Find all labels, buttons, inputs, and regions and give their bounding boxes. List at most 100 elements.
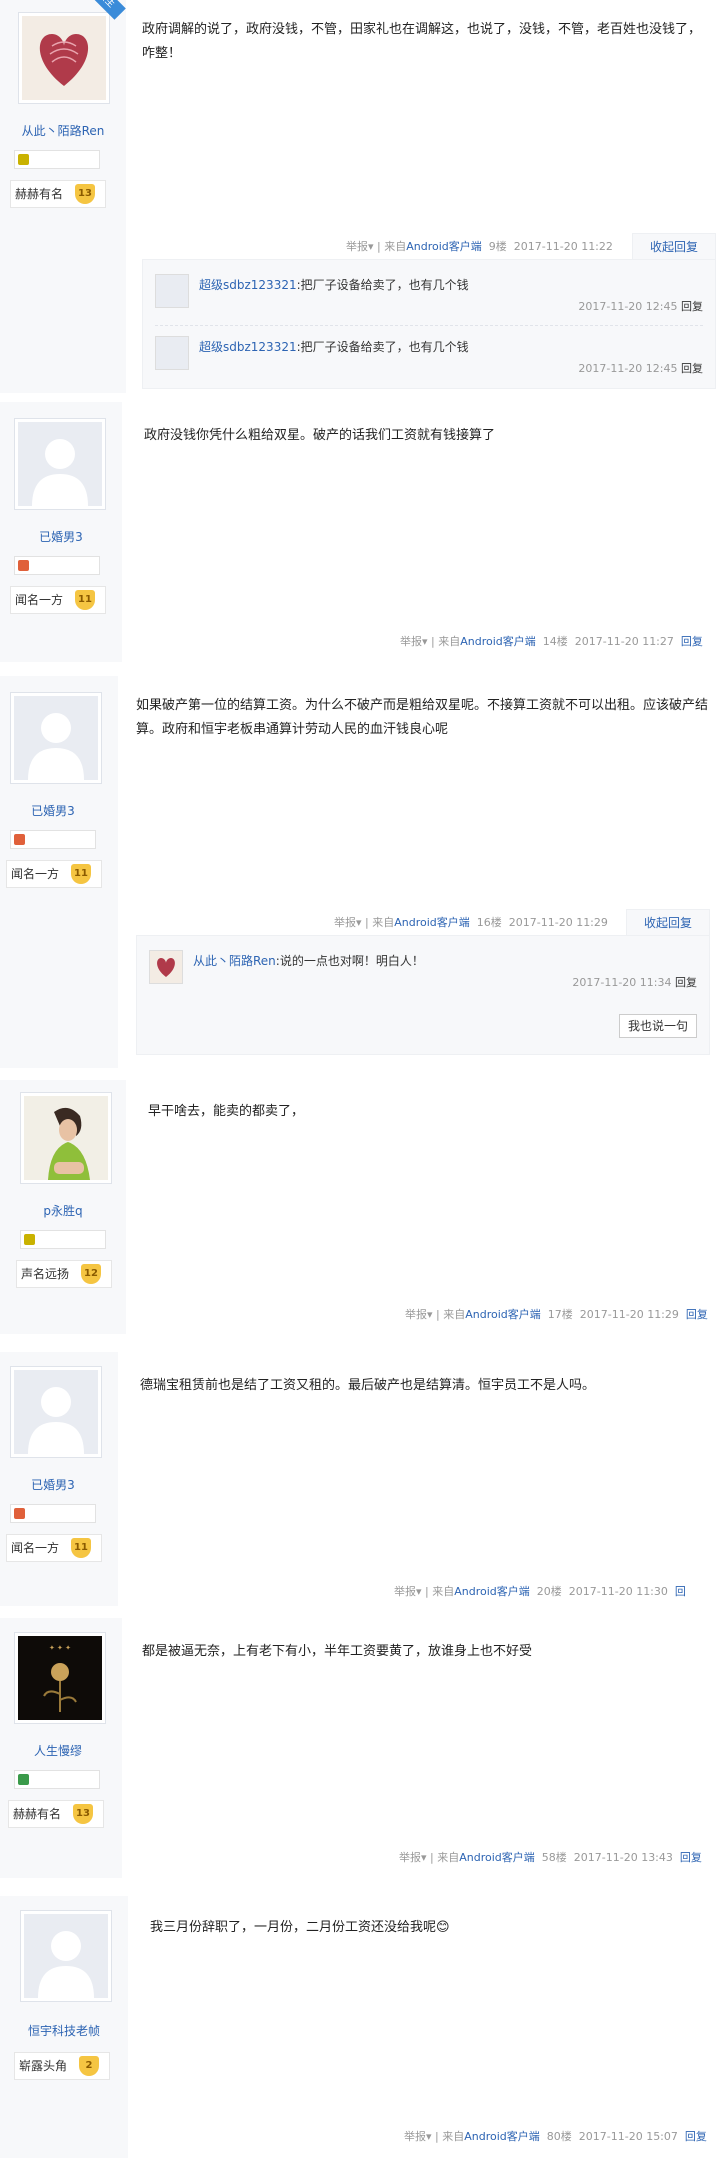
post-time: 2017-11-20 15:07	[578, 2130, 678, 2143]
avatar[interactable]	[20, 1092, 112, 1184]
source-link[interactable]: Android客户端	[464, 2130, 540, 2143]
collapse-reply-button[interactable]: 收起回复	[626, 909, 710, 936]
reply-item: 超级sdbz123321:把厂子设备给卖了，也有几个钱 2017-11-20 1…	[155, 274, 703, 322]
reply-avatar[interactable]	[149, 950, 183, 984]
source-sep: | 来自	[425, 1585, 455, 1598]
source-sep: | 来自	[436, 1308, 466, 1321]
reply-button[interactable]: 回复	[681, 362, 703, 375]
source-link[interactable]: Android客户端	[454, 1585, 530, 1598]
report-button[interactable]: 举报	[404, 2130, 426, 2143]
level-title: 赫赫有名	[13, 1807, 62, 1821]
post-content: 如果破产第一位的结算工资。为什么不破产而是粗给双星呢。不接算工资就不可以出租。应…	[136, 698, 709, 737]
report-button[interactable]: 举报	[399, 1851, 421, 1864]
report-button[interactable]: 举报	[400, 635, 422, 648]
level-badge[interactable]: 赫赫有名 13	[8, 1800, 104, 1828]
report-button[interactable]: 举报	[394, 1585, 416, 1598]
level-number: 12	[81, 1264, 101, 1284]
reply-divider	[155, 325, 703, 326]
avatar[interactable]	[14, 418, 106, 510]
level-number: 11	[75, 590, 95, 610]
heart-fingerprint-avatar	[39, 34, 89, 86]
default-avatar-icon	[24, 1914, 108, 1998]
level-badge[interactable]: 闻名一方 11	[6, 1534, 102, 1562]
source-sep: | 来自	[435, 2130, 465, 2143]
level-title: 崭露头角	[19, 2059, 68, 2073]
post-time: 2017-11-20 11:27	[574, 635, 674, 648]
reply-author[interactable]: 从此丶陌路Ren	[193, 954, 276, 968]
floor-number: 17楼	[547, 1308, 573, 1321]
post-content: 都是被逼无奈，上有老下有小，半年工资要黄了，放谁身上也不好受	[142, 1644, 533, 1659]
floor-number: 58楼	[541, 1851, 567, 1864]
post-time: 2017-11-20 13:43	[573, 1851, 673, 1864]
reply-button[interactable]: 回复	[675, 976, 697, 989]
level-title: 赫赫有名	[15, 187, 64, 201]
level-title: 闻名一方	[15, 593, 64, 607]
medal-icon	[20, 1230, 106, 1249]
reply-panel: 超级sdbz123321:把厂子设备给卖了，也有几个钱 2017-11-20 1…	[142, 259, 716, 389]
reply-time: 2017-11-20 11:34	[572, 976, 672, 989]
username[interactable]: 已婚男3	[0, 528, 122, 545]
reply-button[interactable]: 回复	[681, 635, 703, 648]
floor-number: 9楼	[488, 240, 507, 253]
reply-button[interactable]: 回复	[686, 1308, 708, 1321]
post-floor-80: 恒宇科技老帧 崭露头角 2 我三月份辞职了，一月份，二月份工资还没给我呢😊 举报…	[0, 1896, 719, 2158]
source-sep: | 来自	[430, 1851, 460, 1864]
source-link[interactable]: Android客户端	[460, 635, 536, 648]
collapse-reply-button[interactable]: 收起回复	[632, 233, 716, 260]
level-badge[interactable]: 赫赫有名 13	[10, 180, 106, 208]
report-button[interactable]: 举报	[405, 1308, 427, 1321]
source-link[interactable]: Android客户端	[459, 1851, 535, 1864]
reply-button[interactable]: 回复	[685, 2130, 707, 2143]
source-link[interactable]: Android客户端	[465, 1308, 541, 1321]
post-tail: 举报▾ | 来自Android客户端 9楼 2017-11-20 11:22	[346, 240, 613, 253]
post-tail: 举报▾ | 来自Android客户端 80楼 2017-11-20 15:07 …	[404, 2130, 707, 2143]
post-content: 政府没钱你凭什么粗给双星。破产的话我们工资就有钱接算了	[144, 428, 496, 443]
username[interactable]: 人生慢缪	[0, 1742, 116, 1759]
username[interactable]: 已婚男3	[0, 802, 106, 819]
floor-number: 80楼	[546, 2130, 572, 2143]
post-tail: 举报▾ | 来自Android客户端 14楼 2017-11-20 11:27 …	[400, 635, 703, 648]
avatar[interactable]	[20, 1910, 112, 2002]
reply-text: :把厂子设备给卖了，也有几个钱	[296, 340, 469, 354]
default-avatar-icon	[14, 1370, 98, 1454]
avatar[interactable]	[10, 692, 102, 784]
user-photo-avatar	[24, 1096, 108, 1180]
post-content: 政府调解的说了，政府没钱，不管，田家礼也在调解这，也说了，没钱，不管，老百姓也没…	[142, 22, 702, 61]
username[interactable]: 已婚男3	[0, 1476, 106, 1493]
level-number: 13	[73, 1804, 93, 1824]
reply-item: 超级sdbz123321:把厂子设备给卖了，也有几个钱 2017-11-20 1…	[155, 336, 703, 384]
report-button[interactable]: 举报	[334, 916, 356, 929]
reply-author[interactable]: 超级sdbz123321	[199, 278, 297, 292]
reply-item: 从此丶陌路Ren:说的一点也对啊！明白人！ 2017-11-20 11:34 回…	[149, 950, 697, 998]
source-link[interactable]: Android客户端	[394, 916, 470, 929]
avatar[interactable]	[18, 12, 110, 104]
reply-author[interactable]: 超级sdbz123321	[199, 340, 297, 354]
reply-button[interactable]: 回复	[680, 1851, 702, 1864]
source-sep: | 来自	[377, 240, 407, 253]
level-badge[interactable]: 声名远扬 12	[16, 1260, 112, 1288]
add-comment-button[interactable]: 我也说一句	[619, 1014, 697, 1038]
reply-button[interactable]: 回	[675, 1585, 686, 1598]
reply-avatar[interactable]	[155, 336, 189, 370]
username[interactable]: 恒宇科技老帧	[0, 2022, 128, 2039]
avatar[interactable]: ✦ ✦ ✦	[14, 1632, 106, 1724]
username[interactable]: 从此丶陌路Ren	[0, 122, 126, 139]
level-badge[interactable]: 崭露头角 2	[14, 2052, 110, 2080]
post-content: 我三月份辞职了，一月份，二月份工资还没给我呢😊	[150, 1916, 710, 1940]
reply-text: :说的一点也对啊！明白人！	[275, 954, 424, 968]
level-number: 2	[79, 2056, 99, 2076]
report-button[interactable]: 举报	[346, 240, 368, 253]
level-badge[interactable]: 闻名一方 11	[10, 586, 106, 614]
reply-avatar[interactable]	[155, 274, 189, 308]
post-tail: 举报▾ | 来自Android客户端 16楼 2017-11-20 11:29	[334, 916, 608, 929]
reply-button[interactable]: 回复	[681, 300, 703, 313]
post-tail: 举报▾ | 来自Android客户端 20楼 2017-11-20 11:30 …	[394, 1585, 686, 1598]
reply-time: 2017-11-20 12:45	[578, 362, 678, 375]
default-avatar-icon	[18, 422, 102, 506]
source-link[interactable]: Android客户端	[406, 240, 482, 253]
avatar[interactable]	[10, 1366, 102, 1458]
post-text: 我三月份辞职了，一月份，二月份工资还没给我呢	[150, 1920, 437, 1935]
username[interactable]: p永胜q	[0, 1202, 126, 1219]
post-floor-9: 楼主 从此丶陌路Ren 赫赫有名 13 政府调解的说了，政府没钱，不管，田家礼也…	[0, 0, 719, 395]
level-badge[interactable]: 闻名一方 11	[6, 860, 102, 888]
